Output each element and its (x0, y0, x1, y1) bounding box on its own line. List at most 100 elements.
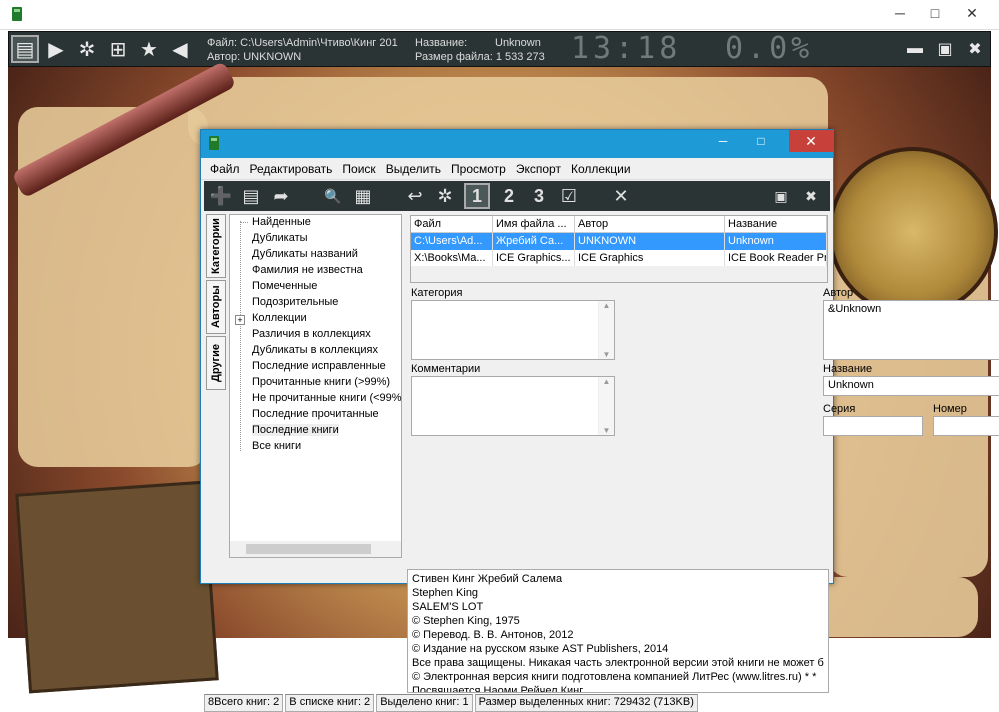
expand-icon[interactable]: + (235, 315, 245, 325)
author-field[interactable]: &Unknown▲▼ (823, 300, 999, 360)
library-icon[interactable]: ▤ (11, 35, 39, 63)
add-icon[interactable]: ➕ (208, 183, 234, 209)
forward-icon[interactable]: ➦ (268, 183, 294, 209)
series-label: Серия (823, 403, 856, 415)
menu-file[interactable]: Файл (205, 162, 245, 176)
grid-hscrollbar[interactable] (411, 266, 827, 282)
view-3-icon[interactable]: 3 (526, 183, 552, 209)
tree-hscrollbar[interactable] (230, 541, 401, 557)
tree-item[interactable]: Дубликаты в коллекциях (252, 344, 378, 356)
status-selected: Выделено книг: 1 (376, 694, 473, 712)
status-in-list: В списке книг: 2 (285, 694, 375, 712)
cell-file[interactable]: X:\Books\Ma... (411, 250, 493, 267)
app-icon (12, 7, 22, 21)
tree-item[interactable]: Фамилия не известна (252, 264, 363, 276)
col-header-title[interactable]: Название (725, 216, 827, 233)
tree-item[interactable]: Различия в коллекциях (252, 328, 371, 340)
comments-label: Комментарии (411, 363, 481, 375)
close-icon[interactable]: ✖ (798, 183, 824, 209)
library-close-button[interactable]: ✕ (789, 130, 833, 152)
checkbox-icon[interactable]: ☑ (556, 183, 582, 209)
sparkle-icon[interactable]: ✲ (73, 35, 101, 63)
view-2-icon[interactable]: 2 (496, 183, 522, 209)
menu-export[interactable]: Экспорт (511, 162, 566, 176)
menu-select[interactable]: Выделить (381, 162, 446, 176)
author-label: Автор: UNKNOWN (207, 51, 302, 63)
library-maximize-button[interactable]: □ (747, 130, 775, 152)
cell-title[interactable]: ICE Book Reader Pro (725, 250, 827, 267)
tree-item[interactable]: Коллекции (252, 312, 307, 324)
series-field[interactable] (823, 416, 923, 436)
category-tree: Найденные Дубликаты Дубликаты названий Ф… (229, 214, 402, 558)
tab-authors[interactable]: Авторы (206, 280, 226, 334)
cell-title: Unknown (725, 233, 827, 250)
tree-item[interactable]: Не прочитанные книги (<99% (252, 392, 402, 404)
close-icon[interactable]: ✖ (961, 35, 989, 63)
back-arrow-icon[interactable]: ◀ (166, 35, 194, 63)
file-path-label: Файл: C:\Users\Admin\Чтиво\Кинг 201 (207, 37, 398, 49)
tree-line (240, 221, 241, 451)
tree-item[interactable]: Все книги (252, 440, 301, 452)
play-icon[interactable]: ▶ (42, 35, 70, 63)
restore-icon[interactable]: ▣ (768, 183, 794, 209)
desc-line: SALEM'S LOT (412, 601, 484, 613)
time-display: 13:18 (571, 31, 682, 66)
col-header-file[interactable]: Файл (411, 216, 493, 233)
desc-line: Stephen King (412, 587, 479, 599)
tree-item[interactable]: Помеченные (252, 280, 317, 292)
library-window: ─ □ ✕ Файл Редактировать Поиск Выделить … (200, 129, 999, 712)
col-header-author[interactable]: Автор (575, 216, 725, 233)
tab-other[interactable]: Другие (206, 336, 226, 390)
menu-collections[interactable]: Коллекции (566, 162, 636, 176)
library-titlebar: ─ □ ✕ (201, 130, 833, 158)
undo-icon[interactable]: ↩ (402, 183, 428, 209)
tree-item[interactable]: Последние прочитанные (252, 408, 379, 420)
minimize-button[interactable]: ─ (883, 0, 917, 26)
number-label: Номер (933, 403, 967, 415)
menu-search[interactable]: Поиск (337, 162, 380, 176)
category-field[interactable]: ▲ ▼ (411, 300, 615, 360)
delete-icon[interactable]: ✕ (608, 183, 634, 209)
tree-item[interactable]: Дубликаты (252, 232, 308, 244)
cell-filename[interactable]: ICE Graphics... (493, 250, 575, 267)
menu-edit[interactable]: Редактировать (245, 162, 338, 176)
desc-line: Все права защищены. Никакая часть электр… (412, 657, 824, 669)
comments-field[interactable]: ▲ ▼ (411, 376, 615, 436)
number-field[interactable] (933, 416, 999, 436)
tree-item-selected[interactable]: Последние книги (252, 424, 339, 436)
status-total: 8Всего книг: 2 (204, 694, 284, 712)
maximize-icon[interactable]: ▣ (931, 35, 959, 63)
tree-item[interactable]: Прочитанные книги (>99%) (252, 376, 390, 388)
cell-author: UNKNOWN (575, 233, 725, 250)
scroll-thumb[interactable] (246, 544, 371, 554)
grid-icon[interactable]: ▦ (350, 183, 376, 209)
title-field[interactable]: Unknown (823, 376, 999, 396)
cell-author[interactable]: ICE Graphics (575, 250, 725, 267)
compass-image (828, 147, 998, 317)
add-square-icon[interactable]: ⊞ (104, 35, 132, 63)
minimize-icon[interactable]: ▬ (901, 35, 929, 63)
sparkle-icon[interactable]: ✲ (432, 183, 458, 209)
list-icon[interactable]: ▤ (238, 183, 264, 209)
close-button[interactable]: ✕ (955, 0, 989, 26)
desc-line: © Перевод. В. В. Антонов, 2012 (412, 629, 574, 641)
col-header-filename[interactable]: Имя файла ... (493, 216, 575, 233)
view-1-icon[interactable]: 1 (464, 183, 490, 209)
title-label: Название: (415, 37, 468, 49)
menu-view[interactable]: Просмотр (446, 162, 511, 176)
library-minimize-button[interactable]: ─ (709, 130, 737, 152)
side-tabs: Категории Авторы Другие (206, 214, 226, 474)
maximize-button[interactable]: □ (918, 0, 952, 26)
tree-item[interactable]: Найденные (252, 216, 311, 228)
title-field-label: Название (823, 363, 873, 375)
tree-item[interactable]: Последние исправленные (252, 360, 386, 372)
tab-categories[interactable]: Категории (206, 214, 226, 278)
scrollbar[interactable]: ▲ ▼ (598, 377, 614, 435)
tree-item[interactable]: Подозрительные (252, 296, 338, 308)
book-details-pane: Файл Имя файла ... Автор Название C:\Use… (407, 214, 999, 564)
scrollbar[interactable]: ▲ ▼ (598, 301, 614, 359)
book-description[interactable]: Стивен Кинг Жребий Салема Stephen King S… (407, 569, 829, 693)
tree-item[interactable]: Дубликаты названий (252, 248, 358, 260)
star-icon[interactable]: ★ (135, 35, 163, 63)
search-icon[interactable]: 🔍 (320, 183, 346, 209)
